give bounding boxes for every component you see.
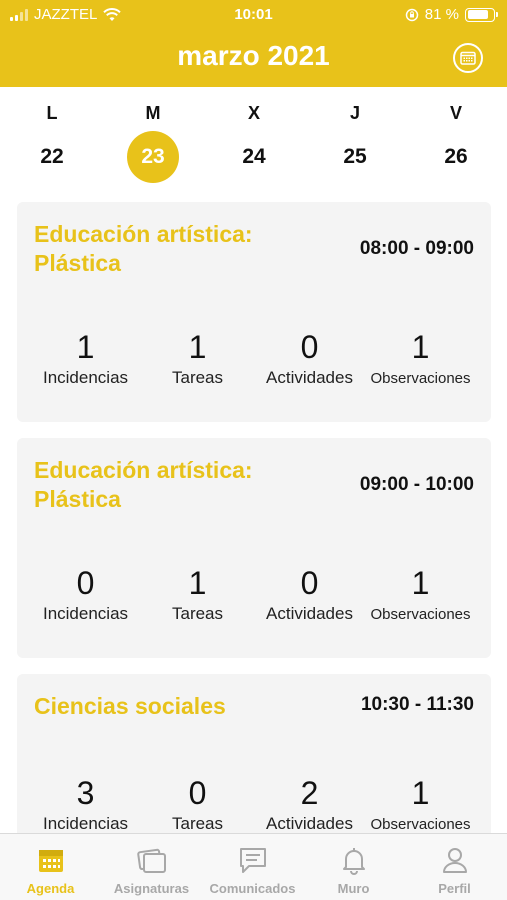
stat-value: 1 [188,329,207,365]
orientation-lock-icon [405,8,419,21]
day-letter: J [349,103,360,123]
status-right: 81 % [405,6,498,23]
calendar-button[interactable] [453,43,483,73]
subjects-icon [137,848,166,873]
tab-label: Asignaturas [113,881,190,896]
day-letter: M [145,103,161,123]
tab-comunicados[interactable]: Comunicados [202,834,303,900]
stat-label: Tareas [171,604,224,623]
agenda-icon [39,850,63,872]
day-item-selected[interactable]: M 23 [118,87,188,195]
day-number: 26 [444,145,468,168]
battery-percent: 81 % [424,6,459,23]
stat-actividades[interactable]: 0 Actividades [253,330,366,388]
chat-icon [240,848,266,873]
stat-observaciones[interactable]: 1 Observaciones [364,776,477,833]
day-letter: X [247,103,260,123]
day-item[interactable]: X 24 [219,87,289,195]
day-letter: L [46,103,58,123]
month-title: marzo 2021 [177,40,330,71]
stat-label: Tareas [171,368,224,387]
stat-observaciones[interactable]: 1 Observaciones [364,566,477,623]
stat-label: Tareas [171,814,224,833]
stat-incidencias[interactable]: 1 Incidencias [29,330,142,388]
bell-icon [343,848,365,875]
stat-value: 1 [411,775,430,811]
stat-value: 2 [300,775,319,811]
stat-label: Actividades [266,814,353,833]
stat-value: 0 [300,329,319,365]
stat-label: Observaciones [370,816,471,833]
subject-name: Educación artística: Plástica [34,221,253,276]
tab-asignaturas[interactable]: Asignaturas [101,834,202,900]
week-strip: L 22 M 23 X 24 J 25 V 26 [0,87,507,195]
status-bar: JAZZTEL 10:01 81 % [0,0,507,30]
session-time: 10:30 - 11:30 [360,694,474,715]
stat-value: 1 [411,329,430,365]
session-card[interactable]: Educación artística: Plástica 09:00 - 10… [17,438,491,658]
session-time: 08:00 - 09:00 [359,238,474,259]
stat-label: Actividades [266,368,353,387]
stat-value: 1 [411,565,430,601]
subject-name: Ciencias sociales [34,693,226,719]
tab-bar: Agenda Asignaturas Comunicados Muro Perf… [0,833,507,900]
stat-label: Observaciones [370,370,471,387]
subject-name: Educación artística: Plástica [34,457,253,512]
stat-label: Actividades [266,604,353,623]
stat-label: Incidencias [42,368,129,387]
tab-label: Comunicados [209,881,296,896]
stat-tareas[interactable]: 1 Tareas [141,566,254,624]
stat-value: 0 [188,775,207,811]
stat-label: Incidencias [42,604,129,623]
tab-agenda[interactable]: Agenda [0,834,101,900]
stat-incidencias[interactable]: 3 Incidencias [29,776,142,833]
session-time: 09:00 - 10:00 [359,474,474,495]
tab-label: Perfil [438,881,471,896]
session-card[interactable]: Educación artística: Plástica 08:00 - 09… [17,202,491,422]
day-number: 23 [127,131,179,183]
day-item[interactable]: V 26 [421,87,491,195]
stat-label: Incidencias [42,814,129,833]
app-header: marzo 2021 [0,30,507,87]
stat-tareas[interactable]: 1 Tareas [141,330,254,388]
day-item[interactable]: L 22 [17,87,87,195]
stat-value: 3 [76,775,95,811]
stat-actividades[interactable]: 2 Actividades [253,776,366,833]
day-number: 24 [242,145,266,168]
tab-muro[interactable]: Muro [303,834,404,900]
day-letter: V [449,103,462,123]
tab-perfil[interactable]: Perfil [404,834,505,900]
stat-actividades[interactable]: 0 Actividades [253,566,366,624]
calendar-icon [460,51,476,65]
stat-observaciones[interactable]: 1 Observaciones [364,330,477,387]
stat-value: 0 [300,565,319,601]
day-number: 22 [40,145,64,168]
battery-icon [465,7,498,22]
stat-tareas[interactable]: 0 Tareas [141,776,254,833]
stat-label: Observaciones [370,606,471,623]
tab-label: Agenda [26,881,75,896]
stat-value: 1 [76,329,95,365]
day-item[interactable]: J 25 [320,87,390,195]
stat-incidencias[interactable]: 0 Incidencias [29,566,142,624]
tab-label: Muro [337,881,370,896]
day-number: 25 [343,145,367,168]
stat-value: 0 [76,565,95,601]
profile-icon [443,848,467,873]
stat-value: 1 [188,565,207,601]
session-card[interactable]: Ciencias sociales 10:30 - 11:30 3 Incide… [17,674,491,833]
